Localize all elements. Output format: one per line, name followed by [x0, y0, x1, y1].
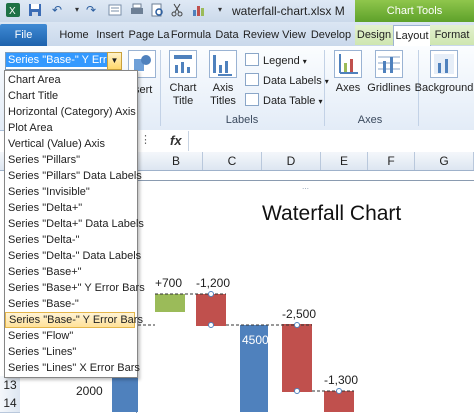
chart-element-item[interactable]: Series "Flow" [5, 328, 135, 344]
chart-element-item[interactable]: Chart Area [5, 72, 135, 88]
delta-plus-bar[interactable] [155, 294, 185, 312]
chart-element-item[interactable]: Vertical (Value) Axis [5, 136, 135, 152]
chart-element-item[interactable]: Series "Delta+" [5, 200, 135, 216]
data-label-plus-700[interactable]: +700 [155, 276, 182, 290]
chart-elements-dropdown-icon[interactable]: ▼ [107, 52, 122, 70]
data-label-4500[interactable]: 4500 [242, 333, 269, 347]
chart-element-item[interactable]: Series "Delta+" Data Labels [5, 216, 144, 232]
chart-element-item[interactable]: Series "Base-" Y Error Bars [5, 312, 143, 328]
data-label-minus-1300[interactable]: -1,300 [324, 373, 358, 387]
error-bar-marker [208, 291, 214, 297]
row-header-14[interactable]: 14 [0, 394, 20, 413]
error-bar-marker [208, 322, 214, 328]
error-bar-marker [336, 388, 342, 394]
chart-element-item[interactable]: Series "Base+" [5, 264, 135, 280]
data-label-minus-2500[interactable]: -2,500 [282, 307, 316, 321]
chart-element-item[interactable]: Series "Delta-" [5, 232, 135, 248]
chart-element-item[interactable]: Chart Title [5, 88, 135, 104]
error-bar-marker [294, 388, 300, 394]
chart-element-item[interactable]: Series "Base+" Y Error Bars [5, 280, 145, 296]
chart-element-item[interactable]: Series "Base-" [5, 296, 135, 312]
delta-minus-bar[interactable] [196, 294, 226, 326]
chart-element-item[interactable]: Horizontal (Category) Axis [5, 104, 136, 120]
chart-element-item[interactable]: Series "Lines" [5, 344, 135, 360]
data-label-minus-1200[interactable]: -1,200 [196, 276, 230, 290]
chart-element-item[interactable]: Series "Invisible" [5, 184, 135, 200]
delta-minus-bar[interactable] [324, 391, 354, 412]
chart-element-item[interactable]: Series "Delta-" Data Labels [5, 248, 141, 264]
error-bar-marker [294, 322, 300, 328]
chart-element-item[interactable]: Series "Pillars" Data Labels [5, 168, 142, 184]
chart-elements-selected-text[interactable]: Series "Base-" Y Error [6, 53, 119, 67]
row-header-13[interactable]: 13 [0, 376, 20, 395]
delta-minus-bar[interactable] [282, 324, 312, 392]
chart-element-item[interactable]: Series "Pillars" [5, 152, 135, 168]
chart-title[interactable]: Waterfall Chart [262, 202, 401, 226]
value-axis-label-2000: 2000 [76, 384, 103, 398]
chart-element-item[interactable]: Plot Area [5, 120, 135, 136]
chart-element-item[interactable]: Series "Lines" X Error Bars [5, 360, 140, 376]
